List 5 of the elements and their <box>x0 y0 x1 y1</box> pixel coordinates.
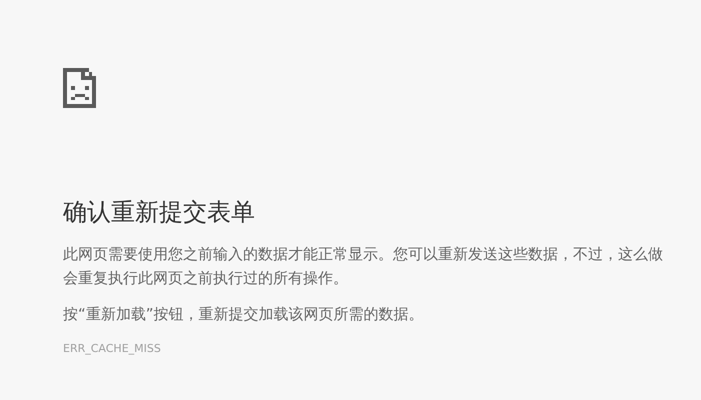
error-code: ERR_CACHE_MISS <box>63 341 161 357</box>
message-paragraph: 此网页需要使用您之前输入的数据才能正常显示。您可以重新发送这些数据，不过，这么做会重复执行此网页之前执行过的所有操作。 <box>63 244 664 289</box>
page-title: 确认重新提交表单 <box>63 197 255 228</box>
sad-page-icon <box>63 68 96 108</box>
message-paragraph: 按“重新加载”按钮，重新提交加载该网页所需的数据。 <box>63 304 425 325</box>
